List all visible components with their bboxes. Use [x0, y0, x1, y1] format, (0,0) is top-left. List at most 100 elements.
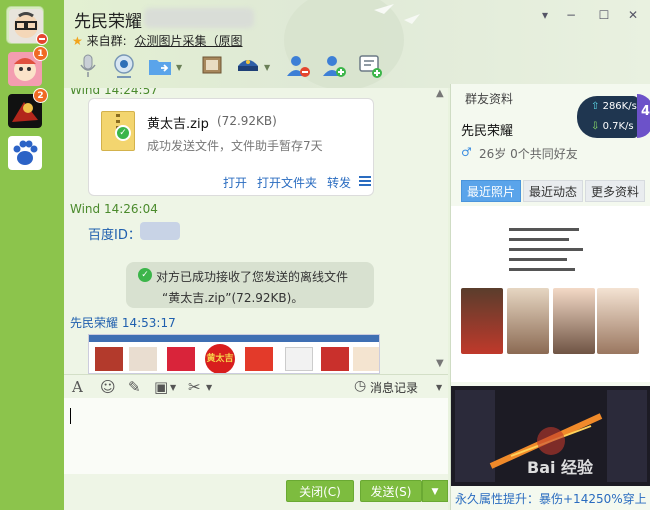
chevron-down-icon[interactable]: ▼	[436, 383, 442, 392]
close-window-button[interactable]: ✕	[626, 8, 640, 22]
check-icon: ✓	[138, 268, 152, 282]
message-list[interactable]: ▲ Wind 14:24:57 ✓ 黄太吉.zip (72.92KB) 成功发送…	[64, 88, 448, 374]
upload-speed: ⇧ 286K/s	[591, 101, 637, 112]
thumbnail	[167, 347, 195, 371]
options-icon[interactable]: ▾	[538, 8, 552, 22]
star-icon: ★	[72, 34, 83, 48]
image-message[interactable]: 黄太吉	[88, 334, 380, 374]
image-icon[interactable]: ▣	[154, 378, 168, 396]
photo-thumbnail[interactable]	[461, 288, 503, 354]
tab-more-info[interactable]: 更多资料	[585, 180, 645, 202]
upload-arrow-icon: ⇧	[591, 101, 600, 112]
ad-caption[interactable]: 永久属性提升：暴伤+14250%穿上	[455, 490, 647, 507]
blurred-name-region	[144, 8, 254, 28]
friend-meta: 26岁 0个共同好友	[479, 147, 578, 161]
more-menu-icon[interactable]	[359, 176, 371, 186]
send-file-icon[interactable]	[146, 52, 174, 80]
file-transfer-card: ✓ 黄太吉.zip (72.92KB) 成功发送文件，文件助手暂存7天 打开 打…	[88, 98, 374, 196]
photo-thumbnail[interactable]	[597, 288, 639, 354]
chevron-down-icon[interactable]: ▼	[170, 383, 176, 392]
send-options-icon[interactable]: ▼	[422, 480, 448, 502]
offline-badge-icon	[36, 33, 48, 45]
rail-contact-2[interactable]: 1	[6, 46, 48, 88]
forward-link[interactable]: 转发	[327, 174, 351, 191]
group-link[interactable]: 众测图片采集（原图	[134, 34, 242, 48]
system-notice: ✓ 对方已成功接收了您发送的离线文件 “黄太吉.zip”(72.92KB)。	[126, 262, 374, 308]
close-button[interactable]: 关闭(C)	[286, 480, 354, 502]
watermark-text: Bai 经验	[527, 458, 594, 477]
send-button[interactable]: 发送(S)	[360, 480, 422, 502]
message-input[interactable]	[64, 398, 448, 474]
chevron-down-icon[interactable]: ▼	[176, 63, 182, 72]
image-header-bar	[89, 335, 379, 342]
scissors-icon[interactable]: ✂	[188, 378, 201, 396]
rail-contact-active[interactable]	[6, 6, 48, 45]
doc-text-line	[509, 268, 575, 271]
emoji-icon[interactable]: ☺	[100, 378, 116, 396]
source-prefix: 来自群:	[86, 34, 127, 48]
thumbnail	[353, 347, 379, 371]
panel-title: 群友资料	[465, 92, 514, 106]
download-arrow-icon: ⇩	[591, 121, 600, 132]
tab-recent-photos[interactable]: 最近照片	[461, 180, 521, 202]
add-friend-icon[interactable]	[320, 52, 348, 80]
file-name: 黄太吉.zip	[147, 117, 209, 132]
message-sender: Wind 14:24:57	[70, 88, 158, 97]
doc-text-line	[509, 228, 579, 231]
thumbnail	[95, 347, 123, 371]
font-icon[interactable]: A	[72, 378, 83, 396]
text-caret	[70, 408, 71, 424]
edit-icon[interactable]: ✎	[128, 378, 141, 396]
scroll-up-icon[interactable]: ▲	[436, 88, 444, 99]
avatar	[8, 136, 42, 170]
conversation-rail: 1 2	[0, 0, 64, 510]
minimize-button[interactable]: −	[564, 8, 578, 22]
blurred-id-region	[140, 222, 180, 240]
male-icon: ♂	[461, 145, 472, 159]
scroll-down-icon[interactable]: ▼	[436, 358, 444, 369]
download-value: 0.7K/s	[602, 121, 634, 132]
video-camera-icon[interactable]	[110, 52, 138, 80]
doc-text-line	[509, 238, 569, 241]
thumbnail	[129, 347, 157, 371]
file-size: (72.92KB)	[217, 114, 277, 128]
unread-badge: 2	[33, 88, 48, 103]
friend-info-panel: 群友资料 ⇧ 286K/s ⇩ 0.7K/s 4 先民荣耀 ♂ 26岁 0个共同…	[450, 84, 650, 510]
chat-header: 先民荣耀 ★ 来自群: 众测图片采集（原图 ▾ − ☐ ✕ ▼ ▼	[64, 0, 650, 88]
chevron-down-icon[interactable]: ▼	[264, 63, 270, 72]
message-history-button[interactable]: 消息记录	[370, 379, 418, 396]
thumbnail-logo: 黄太吉	[205, 344, 235, 373]
tab-recent-updates[interactable]: 最近动态	[523, 180, 583, 202]
friend-name: 先民荣耀	[461, 124, 514, 139]
window-title: 先民荣耀	[74, 12, 142, 32]
doc-text-line	[509, 248, 583, 251]
message-sender: 先民荣耀 14:53:17	[70, 316, 176, 330]
maximize-button[interactable]: ☐	[597, 8, 611, 22]
thumbnail	[321, 347, 349, 371]
new-message-icon[interactable]	[356, 52, 384, 80]
remove-friend-icon[interactable]	[284, 52, 312, 80]
message-sender: Wind 14:26:04	[70, 202, 158, 216]
recent-photos	[451, 206, 650, 382]
game-advertisement[interactable]: Bai 经验	[451, 386, 650, 486]
paw-avatar-icon	[13, 140, 38, 165]
police-cap-icon[interactable]	[234, 52, 262, 80]
speed-number: 4	[641, 104, 650, 119]
notice-line-1: 对方已成功接收了您发送的离线文件	[156, 270, 349, 284]
rail-contact-3[interactable]: 2	[6, 88, 48, 130]
rail-contact-4[interactable]	[6, 134, 44, 172]
photo-thumbnail[interactable]	[507, 288, 549, 354]
open-file-link[interactable]: 打开	[223, 174, 247, 191]
microphone-icon[interactable]	[74, 52, 102, 80]
screen-share-icon[interactable]	[198, 52, 226, 80]
group-source: ★ 来自群: 众测图片采集（原图	[72, 32, 242, 49]
upload-value: 286K/s	[602, 101, 637, 112]
open-folder-link[interactable]: 打开文件夹	[257, 174, 317, 191]
input-toolbar: A ☺ ✎ ▣ ▼ ✂ ▼ ◷ 消息记录 ▼	[64, 374, 448, 398]
unread-badge: 1	[33, 46, 48, 61]
chevron-down-icon[interactable]: ▼	[206, 383, 212, 392]
network-speed-widget: ⇧ 286K/s ⇩ 0.7K/s	[577, 96, 639, 138]
photo-thumbnail[interactable]	[553, 288, 595, 354]
notice-line-2: “黄太吉.zip”(72.92KB)。	[162, 291, 304, 305]
thumbnail	[245, 347, 273, 371]
